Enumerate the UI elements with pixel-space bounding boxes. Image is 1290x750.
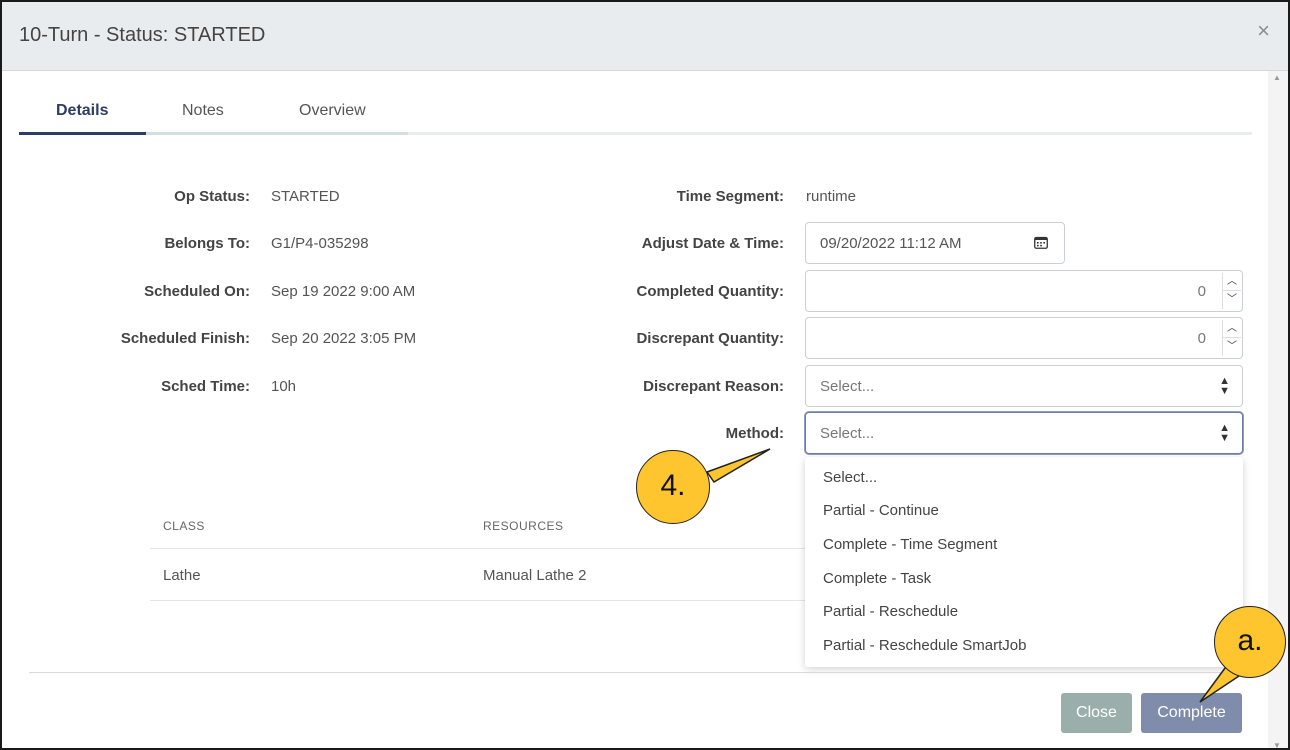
scheduled-finish-label: Scheduled Finish: bbox=[120, 330, 250, 347]
completed-quantity-input[interactable]: 0 ︿ ﹀ bbox=[805, 270, 1243, 312]
scheduled-finish-value: Sep 20 2022 3:05 PM bbox=[271, 330, 417, 347]
scroll-up-arrow-icon[interactable]: ▲ bbox=[1273, 73, 1281, 82]
chevron-down-icon[interactable]: ﹀ bbox=[1223, 338, 1241, 356]
method-option[interactable]: Complete - Time Segment bbox=[823, 536, 997, 553]
active-tab-indicator bbox=[19, 132, 146, 135]
method-option[interactable]: Partial - Continue bbox=[823, 502, 939, 519]
belongs-to-value: G1/P4-035298 bbox=[271, 235, 369, 252]
close-button[interactable]: Close bbox=[1061, 693, 1132, 733]
time-segment-value: runtime bbox=[806, 188, 857, 205]
completed-quantity-value: 0 bbox=[1197, 283, 1206, 300]
chevron-up-icon[interactable]: ︿ bbox=[1223, 273, 1241, 291]
calendar-icon[interactable] bbox=[1034, 236, 1048, 249]
table-header-resources: RESOURCES bbox=[483, 519, 564, 533]
tab-bar: Details Notes Overview bbox=[19, 92, 1252, 136]
scheduled-on-value: Sep 19 2022 9:00 AM bbox=[271, 283, 416, 300]
completed-quantity-label: Completed Quantity: bbox=[636, 283, 784, 300]
select-arrows-icon: ▲ ▼ bbox=[1219, 422, 1230, 444]
scheduled-on-label: Scheduled On: bbox=[144, 283, 250, 300]
discrepant-quantity-stepper[interactable]: ︿ ﹀ bbox=[1222, 320, 1241, 356]
method-option[interactable]: Partial - Reschedule bbox=[823, 603, 958, 620]
tab-notes[interactable]: Notes bbox=[182, 102, 224, 120]
footer-divider bbox=[29, 672, 1252, 673]
table-row-divider bbox=[150, 600, 805, 601]
tab-divider-segment bbox=[146, 132, 408, 135]
method-option[interactable]: Complete - Task bbox=[823, 570, 931, 587]
belongs-to-label: Belongs To: bbox=[164, 235, 250, 252]
op-status-label: Op Status: bbox=[174, 188, 250, 205]
method-dropdown-menu: Select... Partial - Continue Complete - … bbox=[805, 457, 1243, 667]
complete-button[interactable]: Complete bbox=[1141, 693, 1242, 733]
adjust-date-time-label: Adjust Date & Time: bbox=[641, 235, 784, 252]
completed-quantity-stepper[interactable]: ︿ ﹀ bbox=[1222, 273, 1241, 309]
method-option[interactable]: Select... bbox=[823, 469, 877, 486]
discrepant-quantity-label: Discrepant Quantity: bbox=[636, 330, 784, 347]
adjust-date-time-input[interactable]: 09/20/2022 11:12 AM bbox=[805, 222, 1065, 264]
sched-time-value: 10h bbox=[271, 378, 297, 395]
scroll-down-arrow-icon[interactable]: ▼ bbox=[1273, 741, 1281, 748]
method-select[interactable]: Select... ▲ ▼ bbox=[805, 412, 1243, 454]
method-label: Method: bbox=[725, 425, 784, 442]
table-header-class: CLASS bbox=[163, 519, 205, 533]
close-icon[interactable]: × bbox=[1257, 20, 1270, 42]
tab-overview[interactable]: Overview bbox=[299, 102, 366, 120]
table-cell-resources: Manual Lathe 2 bbox=[483, 567, 587, 584]
adjust-date-time-value: 09/20/2022 11:12 AM bbox=[820, 235, 962, 252]
operation-status-modal: 10-Turn - Status: STARTED × ▲ ▼ Details … bbox=[0, 0, 1290, 750]
discrepant-reason-select[interactable]: Select... ▲ ▼ bbox=[805, 365, 1243, 407]
time-segment-label: Time Segment: bbox=[676, 188, 784, 205]
table-header-divider bbox=[150, 548, 805, 549]
method-option[interactable]: Partial - Reschedule SmartJob bbox=[823, 637, 1026, 654]
table-cell-class: Lathe bbox=[163, 567, 201, 584]
discrepant-quantity-value: 0 bbox=[1197, 330, 1206, 347]
discrepant-quantity-input[interactable]: 0 ︿ ﹀ bbox=[805, 317, 1243, 359]
chevron-up-icon[interactable]: ︿ bbox=[1223, 320, 1241, 338]
discrepant-reason-label: Discrepant Reason: bbox=[643, 378, 784, 395]
method-value: Select... bbox=[820, 425, 875, 442]
sched-time-label: Sched Time: bbox=[161, 378, 250, 395]
callout-step-a: a. bbox=[1214, 606, 1286, 678]
chevron-down-icon[interactable]: ﹀ bbox=[1223, 291, 1241, 309]
tab-details[interactable]: Details bbox=[56, 102, 108, 120]
callout-4-pointer bbox=[705, 448, 771, 483]
discrepant-reason-value: Select... bbox=[820, 378, 875, 395]
modal-title: 10-Turn - Status: STARTED bbox=[19, 24, 266, 46]
callout-step-4: 4. bbox=[636, 450, 710, 524]
select-arrows-icon: ▲ ▼ bbox=[1219, 375, 1230, 397]
op-status-value: STARTED bbox=[271, 188, 340, 205]
modal-header: 10-Turn - Status: STARTED × bbox=[2, 2, 1288, 71]
